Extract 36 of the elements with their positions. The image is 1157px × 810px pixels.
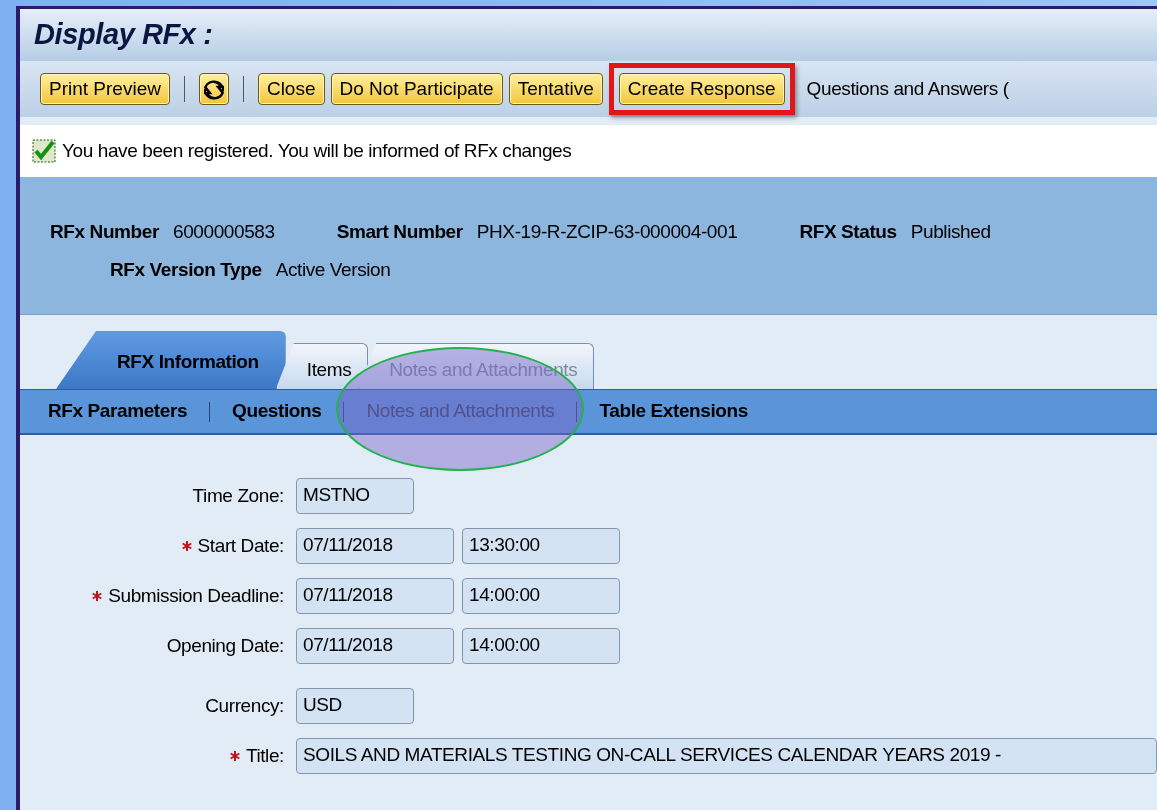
input-field[interactable]: 14:00:00 [462,628,620,664]
input-field[interactable]: 13:30:00 [462,528,620,564]
message-text: You have been registered. You will be informed of RFx changes [62,138,572,163]
field-label: Currency: [205,693,284,718]
header-label: RFx Version Type [110,257,262,282]
subtab[interactable]: Questions [232,397,322,426]
toolbar-link[interactable]: Questions and Answers ( [806,74,1009,104]
input-field[interactable]: 07/11/2018 [296,578,454,614]
field-label: Opening Date: [166,633,284,658]
input-field[interactable]: 14:00:00 [462,578,620,614]
header-label: RFX Status [799,219,897,244]
input-field[interactable]: 07/11/2018 [296,628,454,664]
field-label: Start Date: [197,533,284,558]
header-value: Published [910,219,991,244]
input-field[interactable]: USD [296,688,414,724]
input-field[interactable]: MSTNO [296,478,414,514]
toolbar-button[interactable]: Do Not Participate [330,73,503,105]
header-value: 6000000583 [172,219,275,244]
field-label: Submission Deadline: [108,583,284,608]
tab[interactable]: RFX Information [56,331,286,389]
subtab[interactable]: RFx Parameters [48,397,188,426]
toolbar-button[interactable]: Close [257,73,325,105]
toolbar-button[interactable]: Print Preview [40,73,170,105]
field-label: Time Zone: [192,483,284,508]
toolbar-button[interactable]: Create Response [618,73,785,105]
header-value: Active Version [275,257,391,282]
input-field[interactable]: SOILS AND MATERIALS TESTING ON-CALL SERVICES CALENDAR YEARS 2019 - [296,738,1157,774]
field-label: Title: [245,743,284,768]
toolbar-button[interactable]: Tentative [508,73,603,105]
window-title: Display RFx : [34,17,214,52]
subtab[interactable]: Table Extensions [599,397,748,426]
input-field[interactable]: 07/11/2018 [296,528,454,564]
refresh-button[interactable] [198,73,229,105]
header-label: RFx Number [50,219,159,244]
header-value: PHX-19-R-ZCIP-63-000004-001 [476,219,738,244]
header-label: Smart Number [336,219,463,244]
